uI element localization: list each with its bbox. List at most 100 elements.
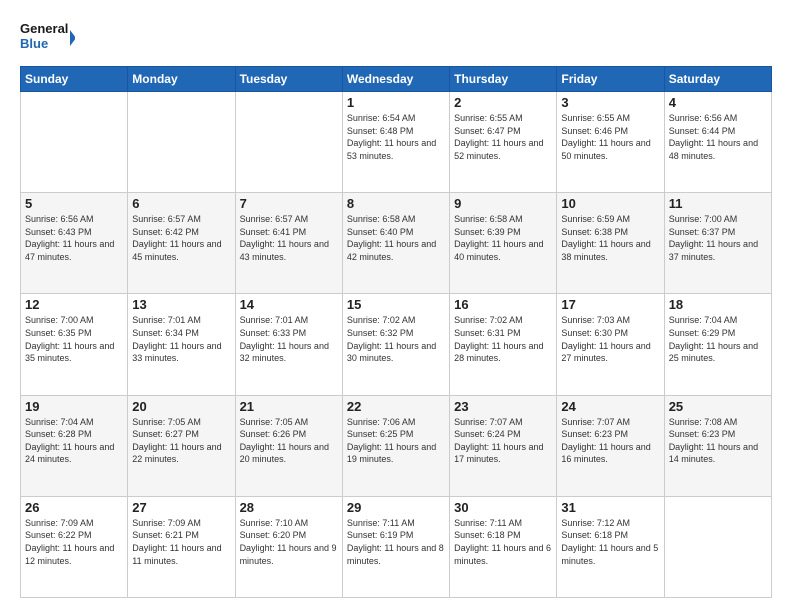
day-number: 21 (240, 399, 338, 414)
cell-info: Sunrise: 6:57 AM Sunset: 6:41 PM Dayligh… (240, 213, 338, 263)
cell-info: Sunrise: 7:00 AM Sunset: 6:37 PM Dayligh… (669, 213, 767, 263)
logo: General Blue (20, 18, 75, 56)
cell-info: Sunrise: 7:01 AM Sunset: 6:33 PM Dayligh… (240, 314, 338, 364)
calendar-cell: 20 Sunrise: 7:05 AM Sunset: 6:27 PM Dayli… (128, 395, 235, 496)
svg-text:General: General (20, 21, 68, 36)
cell-info: Sunrise: 7:07 AM Sunset: 6:23 PM Dayligh… (561, 416, 659, 466)
calendar-cell: 9Sunrise: 6:58 AM Sunset: 6:39 PM Daylig… (450, 193, 557, 294)
svg-text:Blue: Blue (20, 36, 48, 51)
calendar-cell: 5Sunrise: 6:56 AM Sunset: 6:43 PM Daylig… (21, 193, 128, 294)
cell-info: Sunrise: 7:02 AM Sunset: 6:31 PM Dayligh… (454, 314, 552, 364)
calendar-cell: 11 Sunrise: 7:00 AM Sunset: 6:37 PM Dayli… (664, 193, 771, 294)
calendar-week-row: 26Sunrise: 7:09 AM Sunset: 6:22 PM Dayli… (21, 496, 772, 597)
day-number: 6 (132, 196, 230, 211)
weekday-header-row: SundayMondayTuesdayWednesdayThursdayFrid… (21, 67, 772, 92)
calendar-week-row: 12 Sunrise: 7:00 AM Sunset: 6:35 PM Dayli… (21, 294, 772, 395)
calendar-cell: 10 Sunrise: 6:59 AM Sunset: 6:38 PM Dayli… (557, 193, 664, 294)
cell-info: Sunrise: 6:59 AM Sunset: 6:38 PM Dayligh… (561, 213, 659, 263)
calendar-week-row: 1 Sunrise: 6:54 AM Sunset: 6:48 PM Daylig… (21, 92, 772, 193)
cell-info: Sunrise: 6:58 AM Sunset: 6:40 PM Dayligh… (347, 213, 445, 263)
day-number: 30 (454, 500, 552, 515)
day-number: 4 (669, 95, 767, 110)
cell-info: Sunrise: 6:57 AM Sunset: 6:42 PM Dayligh… (132, 213, 230, 263)
day-number: 2 (454, 95, 552, 110)
day-number: 27 (132, 500, 230, 515)
day-number: 25 (669, 399, 767, 414)
calendar-cell: 14 Sunrise: 7:01 AM Sunset: 6:33 PM Dayli… (235, 294, 342, 395)
cell-info: Sunrise: 6:58 AM Sunset: 6:39 PM Dayligh… (454, 213, 552, 263)
cell-info: Sunrise: 6:56 AM Sunset: 6:43 PM Dayligh… (25, 213, 123, 263)
calendar-week-row: 19Sunrise: 7:04 AM Sunset: 6:28 PM Dayli… (21, 395, 772, 496)
calendar-cell: 8 Sunrise: 6:58 AM Sunset: 6:40 PM Daylig… (342, 193, 449, 294)
cell-info: Sunrise: 7:07 AM Sunset: 6:24 PM Dayligh… (454, 416, 552, 466)
day-number: 3 (561, 95, 659, 110)
cell-info: Sunrise: 7:10 AM Sunset: 6:20 PM Dayligh… (240, 517, 338, 567)
calendar-cell: 12 Sunrise: 7:00 AM Sunset: 6:35 PM Dayli… (21, 294, 128, 395)
cell-info: Sunrise: 7:03 AM Sunset: 6:30 PM Dayligh… (561, 314, 659, 364)
day-number: 23 (454, 399, 552, 414)
page: General Blue SundayMondayTuesdayWednesda… (0, 0, 792, 612)
cell-info: Sunrise: 7:08 AM Sunset: 6:23 PM Dayligh… (669, 416, 767, 466)
cell-info: Sunrise: 6:56 AM Sunset: 6:44 PM Dayligh… (669, 112, 767, 162)
cell-info: Sunrise: 7:02 AM Sunset: 6:32 PM Dayligh… (347, 314, 445, 364)
cell-info: Sunrise: 6:54 AM Sunset: 6:48 PM Dayligh… (347, 112, 445, 162)
cell-info: Sunrise: 7:04 AM Sunset: 6:28 PM Dayligh… (25, 416, 123, 466)
calendar-cell: 7Sunrise: 6:57 AM Sunset: 6:41 PM Daylig… (235, 193, 342, 294)
calendar-table: SundayMondayTuesdayWednesdayThursdayFrid… (20, 66, 772, 598)
day-number: 20 (132, 399, 230, 414)
weekday-header-saturday: Saturday (664, 67, 771, 92)
day-number: 17 (561, 297, 659, 312)
cell-info: Sunrise: 7:09 AM Sunset: 6:21 PM Dayligh… (132, 517, 230, 567)
weekday-header-sunday: Sunday (21, 67, 128, 92)
calendar-cell: 13Sunrise: 7:01 AM Sunset: 6:34 PM Dayli… (128, 294, 235, 395)
calendar-cell: 31 Sunrise: 7:12 AM Sunset: 6:18 PM Dayli… (557, 496, 664, 597)
day-number: 12 (25, 297, 123, 312)
calendar-cell: 18Sunrise: 7:04 AM Sunset: 6:29 PM Dayli… (664, 294, 771, 395)
calendar-cell: 15 Sunrise: 7:02 AM Sunset: 6:32 PM Dayli… (342, 294, 449, 395)
day-number: 15 (347, 297, 445, 312)
day-number: 26 (25, 500, 123, 515)
calendar-cell: 24 Sunrise: 7:07 AM Sunset: 6:23 PM Dayli… (557, 395, 664, 496)
calendar-cell: 16 Sunrise: 7:02 AM Sunset: 6:31 PM Dayli… (450, 294, 557, 395)
calendar-cell: 2 Sunrise: 6:55 AM Sunset: 6:47 PM Daylig… (450, 92, 557, 193)
day-number: 13 (132, 297, 230, 312)
day-number: 14 (240, 297, 338, 312)
calendar-cell: 22 Sunrise: 7:06 AM Sunset: 6:25 PM Dayli… (342, 395, 449, 496)
calendar-cell: 27 Sunrise: 7:09 AM Sunset: 6:21 PM Dayli… (128, 496, 235, 597)
cell-info: Sunrise: 7:05 AM Sunset: 6:26 PM Dayligh… (240, 416, 338, 466)
calendar-cell: 1 Sunrise: 6:54 AM Sunset: 6:48 PM Daylig… (342, 92, 449, 193)
day-number: 29 (347, 500, 445, 515)
calendar-week-row: 5Sunrise: 6:56 AM Sunset: 6:43 PM Daylig… (21, 193, 772, 294)
cell-info: Sunrise: 7:12 AM Sunset: 6:18 PM Dayligh… (561, 517, 659, 567)
day-number: 22 (347, 399, 445, 414)
day-number: 16 (454, 297, 552, 312)
day-number: 11 (669, 196, 767, 211)
cell-info: Sunrise: 6:55 AM Sunset: 6:46 PM Dayligh… (561, 112, 659, 162)
cell-info: Sunrise: 7:06 AM Sunset: 6:25 PM Dayligh… (347, 416, 445, 466)
day-number: 8 (347, 196, 445, 211)
day-number: 24 (561, 399, 659, 414)
header: General Blue (20, 18, 772, 56)
calendar-cell (21, 92, 128, 193)
calendar-cell: 3 Sunrise: 6:55 AM Sunset: 6:46 PM Daylig… (557, 92, 664, 193)
calendar-cell: 28Sunrise: 7:10 AM Sunset: 6:20 PM Dayli… (235, 496, 342, 597)
weekday-header-wednesday: Wednesday (342, 67, 449, 92)
calendar-cell: 17 Sunrise: 7:03 AM Sunset: 6:30 PM Dayli… (557, 294, 664, 395)
calendar-cell (235, 92, 342, 193)
day-number: 31 (561, 500, 659, 515)
cell-info: Sunrise: 7:11 AM Sunset: 6:19 PM Dayligh… (347, 517, 445, 567)
cell-info: Sunrise: 6:55 AM Sunset: 6:47 PM Dayligh… (454, 112, 552, 162)
cell-info: Sunrise: 7:00 AM Sunset: 6:35 PM Dayligh… (25, 314, 123, 364)
calendar-cell: 21 Sunrise: 7:05 AM Sunset: 6:26 PM Dayli… (235, 395, 342, 496)
day-number: 1 (347, 95, 445, 110)
cell-info: Sunrise: 7:04 AM Sunset: 6:29 PM Dayligh… (669, 314, 767, 364)
day-number: 10 (561, 196, 659, 211)
cell-info: Sunrise: 7:05 AM Sunset: 6:27 PM Dayligh… (132, 416, 230, 466)
calendar-cell: 4 Sunrise: 6:56 AM Sunset: 6:44 PM Daylig… (664, 92, 771, 193)
calendar-cell: 6 Sunrise: 6:57 AM Sunset: 6:42 PM Daylig… (128, 193, 235, 294)
calendar-cell: 26Sunrise: 7:09 AM Sunset: 6:22 PM Dayli… (21, 496, 128, 597)
cell-info: Sunrise: 7:11 AM Sunset: 6:18 PM Dayligh… (454, 517, 552, 567)
calendar-cell: 30 Sunrise: 7:11 AM Sunset: 6:18 PM Dayli… (450, 496, 557, 597)
weekday-header-monday: Monday (128, 67, 235, 92)
calendar-cell (128, 92, 235, 193)
